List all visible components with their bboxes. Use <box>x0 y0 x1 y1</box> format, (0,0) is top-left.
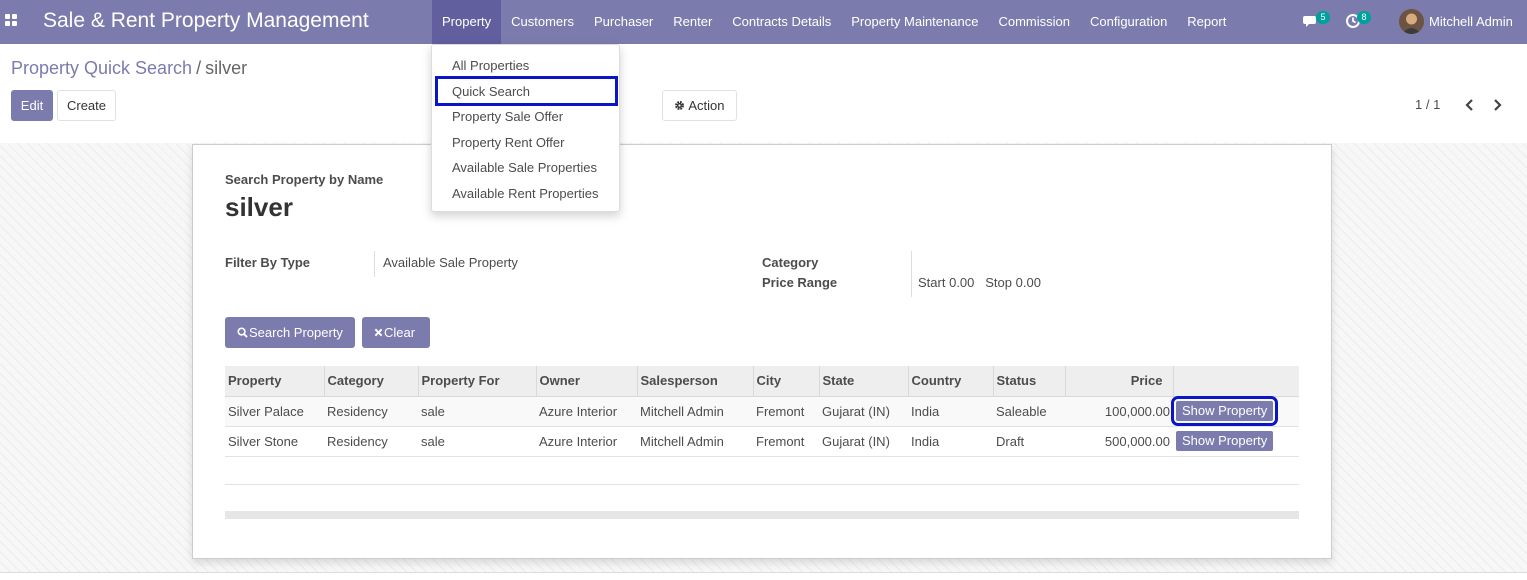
column-header[interactable]: Owner <box>536 366 638 397</box>
dropdown-item-property-rent-offer[interactable]: Property Rent Offer <box>452 135 564 150</box>
column-header[interactable]: City <box>753 366 820 397</box>
menu-commission[interactable]: Commission <box>988 0 1080 44</box>
show-property-button[interactable]: Show Property <box>1176 431 1274 451</box>
pager-previous-icon[interactable] <box>1463 97 1477 113</box>
empty-table-row <box>225 456 1299 485</box>
menu-property[interactable]: Property <box>432 0 502 44</box>
table-header-row: Property Category Property For Owner Sal… <box>225 366 1299 397</box>
column-header[interactable]: Salesperson <box>637 366 754 397</box>
column-header[interactable]: Property For <box>418 366 537 397</box>
pager-value[interactable]: 1 / 1 <box>1415 97 1440 112</box>
filter-type-label: Filter By Type <box>225 255 311 270</box>
show-property-button[interactable]: Show Property <box>1170 396 1279 426</box>
menu-customers[interactable]: Customers <box>501 0 584 44</box>
breadcrumb-parent[interactable]: Property Quick Search <box>11 58 192 78</box>
breadcrumb-separator: / <box>196 58 202 78</box>
column-header[interactable]: Price <box>1065 366 1174 397</box>
cell-property-for: sale <box>418 426 536 457</box>
cell-country: India <box>908 396 993 427</box>
start-value[interactable]: 0.00 <box>949 275 974 290</box>
field-divider <box>911 251 912 297</box>
create-button[interactable]: Create <box>57 90 116 121</box>
apps-menu-icon[interactable] <box>5 14 17 26</box>
cell-salesperson: Mitchell Admin <box>637 396 753 427</box>
stop-value[interactable]: 0.00 <box>1016 275 1041 290</box>
cell-state: Gujarat (IN) <box>819 426 908 457</box>
menu-configuration[interactable]: Configuration <box>1080 0 1177 44</box>
breadcrumb-current: silver <box>205 58 248 78</box>
cell-price: 100,000.00 <box>1065 396 1173 427</box>
cell-salesperson: Mitchell Admin <box>637 426 753 457</box>
cell-property: Silver Stone <box>225 426 324 457</box>
menu-renter[interactable]: Renter <box>663 0 722 44</box>
menu-contracts-details[interactable]: Contracts Details <box>722 0 841 44</box>
user-avatar[interactable] <box>1399 9 1424 34</box>
table-row[interactable]: Silver Stone Residency sale Azure Interi… <box>225 426 1299 457</box>
dropdown-item-available-rent-properties[interactable]: Available Rent Properties <box>452 186 598 201</box>
cell-status: Saleable <box>993 396 1065 427</box>
search-icon <box>237 327 248 338</box>
search-name-field[interactable]: silver <box>225 192 293 223</box>
search-name-label: Search Property by Name <box>225 172 384 187</box>
cell-category: Residency <box>324 396 418 427</box>
cell-property-for: sale <box>418 396 536 427</box>
cell-owner: Azure Interior <box>536 426 637 457</box>
properties-table: Property Category Property For Owner Sal… <box>225 366 1299 513</box>
filter-type-field[interactable]: Available Sale Property <box>383 255 518 270</box>
menu-purchaser[interactable]: Purchaser <box>584 0 663 44</box>
messages-count-badge: 5 <box>1316 11 1330 24</box>
menu-property-maintenance[interactable]: Property Maintenance <box>841 0 988 44</box>
table-scrollbar[interactable] <box>225 511 1299 519</box>
edit-button[interactable]: Edit <box>11 90 53 121</box>
column-header[interactable]: Property <box>225 366 325 397</box>
breadcrumb: Property Quick Search / silver <box>11 58 247 79</box>
cell-price: 500,000.00 <box>1065 426 1173 457</box>
cell-category: Residency <box>324 426 418 457</box>
column-header <box>1173 366 1299 397</box>
user-name[interactable]: Mitchell Admin <box>1429 14 1513 29</box>
clear-label: Clear <box>384 325 416 340</box>
column-header[interactable]: Category <box>324 366 419 397</box>
activities-count-badge: 8 <box>1357 11 1371 24</box>
cell-owner: Azure Interior <box>536 396 637 427</box>
price-range-values: Start 0.00 Stop 0.00 <box>918 275 1041 290</box>
column-header[interactable]: State <box>819 366 909 397</box>
start-label: Start <box>918 275 946 290</box>
clear-button[interactable]: Clear <box>362 317 430 348</box>
form-sheet: Search Property by Name silver Filter By… <box>192 144 1332 559</box>
top-navbar: Sale & Rent Property Management Property… <box>0 0 1527 44</box>
empty-table-row <box>225 484 1299 513</box>
main-menu: Property Customers Purchaser Renter Cont… <box>432 0 1236 44</box>
close-icon <box>374 328 383 337</box>
search-property-button[interactable]: Search Property <box>225 317 355 348</box>
pager-next-icon[interactable] <box>1490 97 1504 113</box>
action-label: Action <box>688 98 725 113</box>
dropdown-item-available-sale-properties[interactable]: Available Sale Properties <box>452 160 597 175</box>
cell-property: Silver Palace <box>225 396 324 427</box>
dropdown-item-property-sale-offer[interactable]: Property Sale Offer <box>452 109 563 124</box>
action-button[interactable]: Action <box>662 90 737 121</box>
search-property-label: Search Property <box>249 325 343 340</box>
stop-label: Stop <box>985 275 1012 290</box>
cell-city: Fremont <box>753 426 819 457</box>
dropdown-item-all-properties[interactable]: All Properties <box>452 58 529 73</box>
cell-country: India <box>908 426 993 457</box>
gear-icon <box>675 101 685 110</box>
dropdown-item-quick-search[interactable]: Quick Search <box>452 84 530 99</box>
property-dropdown-menu: All Properties Quick Search Property Sal… <box>431 44 620 212</box>
field-divider <box>374 251 375 277</box>
column-header[interactable]: Country <box>908 366 994 397</box>
price-range-label: Price Range <box>762 275 838 290</box>
menu-report[interactable]: Report <box>1177 0 1236 44</box>
table-row[interactable]: Silver Palace Residency sale Azure Inter… <box>225 396 1299 427</box>
cell-state: Gujarat (IN) <box>819 396 908 427</box>
app-brand[interactable]: Sale & Rent Property Management <box>43 9 369 33</box>
cell-city: Fremont <box>753 396 819 427</box>
column-header[interactable]: Status <box>993 366 1066 397</box>
cell-status: Draft <box>993 426 1065 457</box>
category-label: Category <box>762 255 819 270</box>
bottom-divider <box>0 572 1527 573</box>
